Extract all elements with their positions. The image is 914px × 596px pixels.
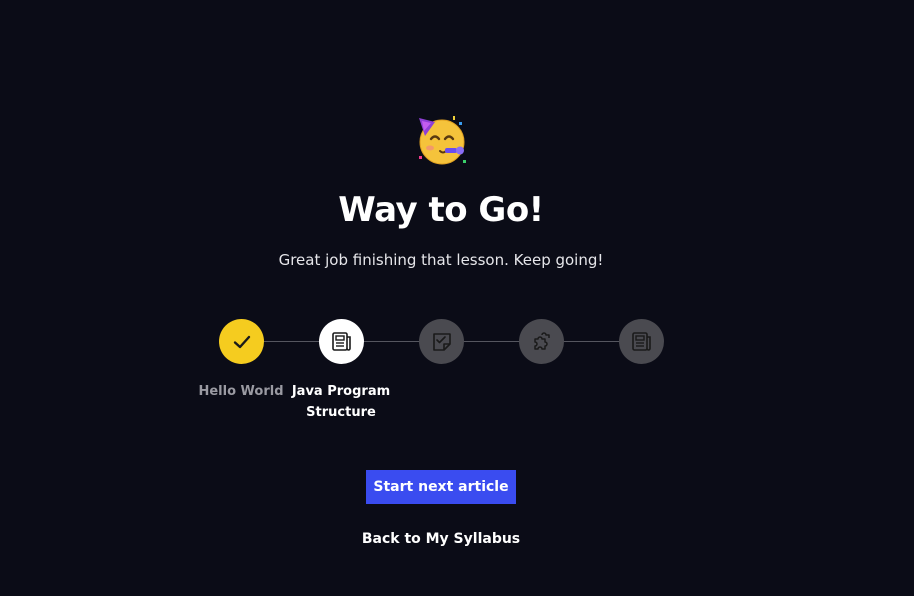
lesson-complete-page: Way to Go! Great job finishing that less…	[0, 0, 914, 596]
page-subtitle: Great job finishing that lesson. Keep go…	[278, 251, 604, 269]
step-quiz[interactable]	[419, 319, 464, 364]
step-article[interactable]	[619, 319, 664, 364]
step-puzzle[interactable]	[519, 319, 564, 364]
partying-face-icon	[419, 116, 466, 165]
page-title: Way to Go!	[338, 190, 544, 230]
step-java-program-structure[interactable]	[319, 319, 364, 364]
step-hello-world[interactable]	[219, 319, 264, 364]
quiz-icon	[432, 332, 451, 351]
start-next-article-button[interactable]: Start next article	[366, 470, 516, 504]
article-icon	[331, 331, 351, 351]
step-label-java-program-structure: Java Program Structure	[291, 384, 391, 420]
back-to-syllabus-link[interactable]: Back to My Syllabus	[0, 529, 882, 549]
checkmark-icon	[233, 335, 250, 348]
article-icon	[631, 331, 651, 351]
puzzle-icon	[533, 331, 550, 350]
